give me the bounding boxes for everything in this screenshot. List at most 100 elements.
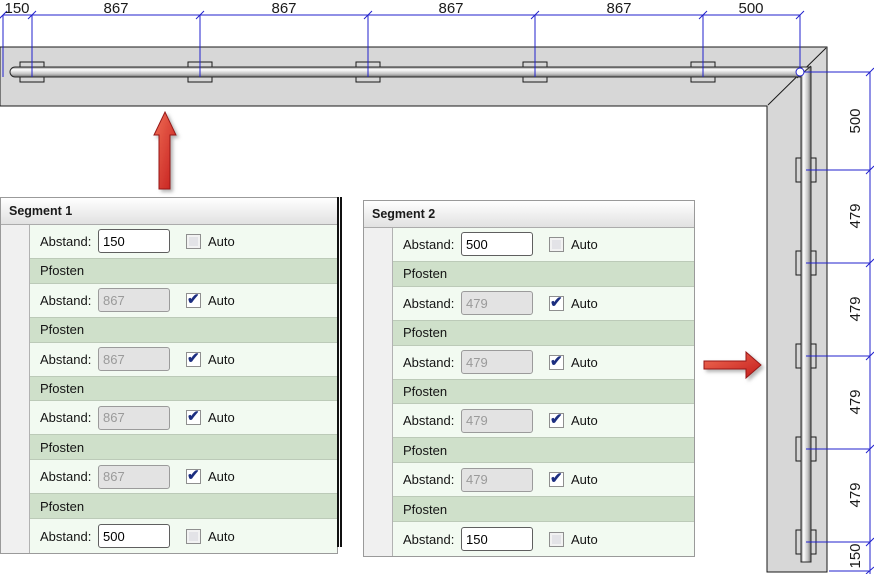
row-abstand: Abstand: Auto — [393, 228, 694, 262]
dimension-label: 479 — [847, 296, 864, 321]
row-pfosten: Pfosten — [393, 321, 694, 346]
abstand-input[interactable] — [461, 291, 533, 315]
auto-checkbox[interactable] — [186, 293, 201, 308]
handrail-horizontal — [10, 67, 810, 77]
right-arrow — [704, 352, 761, 378]
auto-checkbox[interactable] — [549, 355, 564, 370]
up-arrow — [154, 112, 176, 189]
segment-1-rows: Abstand: Auto Pfosten Abstand: Auto Pfos… — [30, 225, 337, 553]
row-pfosten: Pfosten — [30, 318, 337, 343]
abstand-label: Abstand: — [40, 410, 98, 425]
auto-checkbox[interactable] — [549, 237, 564, 252]
abstand-input[interactable] — [98, 229, 170, 253]
segment-1-body: Abstand: Auto Pfosten Abstand: Auto Pfos… — [1, 225, 337, 553]
pfosten-label: Pfosten — [403, 502, 447, 517]
abstand-label: Abstand: — [403, 237, 461, 252]
pfosten-label: Pfosten — [403, 443, 447, 458]
dimension-label: 479 — [847, 203, 864, 228]
dimension-label: 500 — [847, 108, 864, 133]
abstand-label: Abstand: — [40, 234, 98, 249]
auto-label: Auto — [208, 469, 235, 484]
pfosten-label: Pfosten — [40, 263, 84, 278]
row-abstand: Abstand: Auto — [393, 287, 694, 321]
dimension-label: 867 — [606, 0, 631, 17]
row-pfosten: Pfosten — [30, 377, 337, 402]
row-pfosten: Pfosten — [393, 380, 694, 405]
pfosten-label: Pfosten — [403, 266, 447, 281]
abstand-label: Abstand: — [403, 472, 461, 487]
dimension-label: 150 — [847, 543, 864, 568]
pfosten-label: Pfosten — [40, 322, 84, 337]
auto-label: Auto — [571, 413, 598, 428]
abstand-label: Abstand: — [403, 296, 461, 311]
top-dimension-labels: 150 867 867 867 867 500 — [4, 0, 763, 17]
corner-marker — [796, 68, 804, 76]
auto-label: Auto — [571, 472, 598, 487]
auto-label: Auto — [571, 296, 598, 311]
panel-splitter[interactable] — [337, 197, 342, 547]
pfosten-label: Pfosten — [403, 325, 447, 340]
abstand-input[interactable] — [461, 468, 533, 492]
auto-checkbox[interactable] — [186, 410, 201, 425]
right-dimension-labels: 500 479 479 479 479 150 — [847, 108, 864, 568]
segment-2-panel: Segment 2 Abstand: Auto Pfosten Abstand:… — [363, 200, 695, 557]
row-abstand: Abstand: Auto — [393, 522, 694, 556]
row-abstand: Abstand: Auto — [30, 284, 337, 318]
segment-2-rows: Abstand: Auto Pfosten Abstand: Auto Pfos… — [393, 228, 694, 556]
row-abstand: Abstand: Auto — [30, 343, 337, 377]
pfosten-label: Pfosten — [40, 440, 84, 455]
pfosten-label: Pfosten — [40, 381, 84, 396]
auto-checkbox[interactable] — [549, 413, 564, 428]
abstand-input[interactable] — [98, 288, 170, 312]
auto-checkbox[interactable] — [549, 472, 564, 487]
row-abstand: Abstand: Auto — [30, 401, 337, 435]
row-pfosten: Pfosten — [30, 494, 337, 519]
pfosten-label: Pfosten — [403, 384, 447, 399]
auto-label: Auto — [208, 352, 235, 367]
auto-label: Auto — [571, 237, 598, 252]
auto-checkbox[interactable] — [549, 532, 564, 547]
dimension-label: 867 — [271, 0, 296, 17]
auto-label: Auto — [208, 234, 235, 249]
row-abstand: Abstand: Auto — [393, 346, 694, 380]
abstand-input[interactable] — [98, 524, 170, 548]
segment-1-title: Segment 1 — [1, 198, 337, 225]
abstand-label: Abstand: — [403, 532, 461, 547]
abstand-label: Abstand: — [40, 469, 98, 484]
handrail-vertical — [801, 67, 811, 562]
abstand-input[interactable] — [461, 350, 533, 374]
auto-checkbox[interactable] — [186, 234, 201, 249]
dimension-label: 867 — [103, 0, 128, 17]
row-abstand: Abstand: Auto — [393, 463, 694, 497]
abstand-input[interactable] — [461, 232, 533, 256]
auto-checkbox[interactable] — [186, 469, 201, 484]
row-abstand: Abstand: Auto — [30, 225, 337, 259]
abstand-input[interactable] — [98, 347, 170, 371]
abstand-input[interactable] — [98, 406, 170, 430]
auto-label: Auto — [571, 355, 598, 370]
auto-label: Auto — [208, 410, 235, 425]
auto-checkbox[interactable] — [549, 296, 564, 311]
auto-label: Auto — [571, 532, 598, 547]
row-abstand: Abstand: Auto — [393, 404, 694, 438]
abstand-input[interactable] — [461, 527, 533, 551]
dimension-label: 150 — [4, 0, 29, 17]
auto-label: Auto — [208, 293, 235, 308]
auto-checkbox[interactable] — [186, 352, 201, 367]
abstand-input[interactable] — [98, 465, 170, 489]
row-pfosten: Pfosten — [393, 438, 694, 463]
abstand-label: Abstand: — [40, 293, 98, 308]
panel-gutter — [364, 228, 393, 556]
abstand-label: Abstand: — [40, 529, 98, 544]
segment-1-panel: Segment 1 Abstand: Auto Pfosten Abstand:… — [0, 197, 338, 554]
row-abstand: Abstand: Auto — [30, 460, 337, 494]
row-pfosten: Pfosten — [393, 262, 694, 287]
auto-checkbox[interactable] — [186, 529, 201, 544]
pfosten-label: Pfosten — [40, 499, 84, 514]
dimension-label: 479 — [847, 389, 864, 414]
segment-2-title: Segment 2 — [364, 201, 694, 228]
abstand-input[interactable] — [461, 409, 533, 433]
row-pfosten: Pfosten — [393, 497, 694, 522]
dimension-label: 500 — [738, 0, 763, 17]
segment-2-body: Abstand: Auto Pfosten Abstand: Auto Pfos… — [364, 228, 694, 556]
